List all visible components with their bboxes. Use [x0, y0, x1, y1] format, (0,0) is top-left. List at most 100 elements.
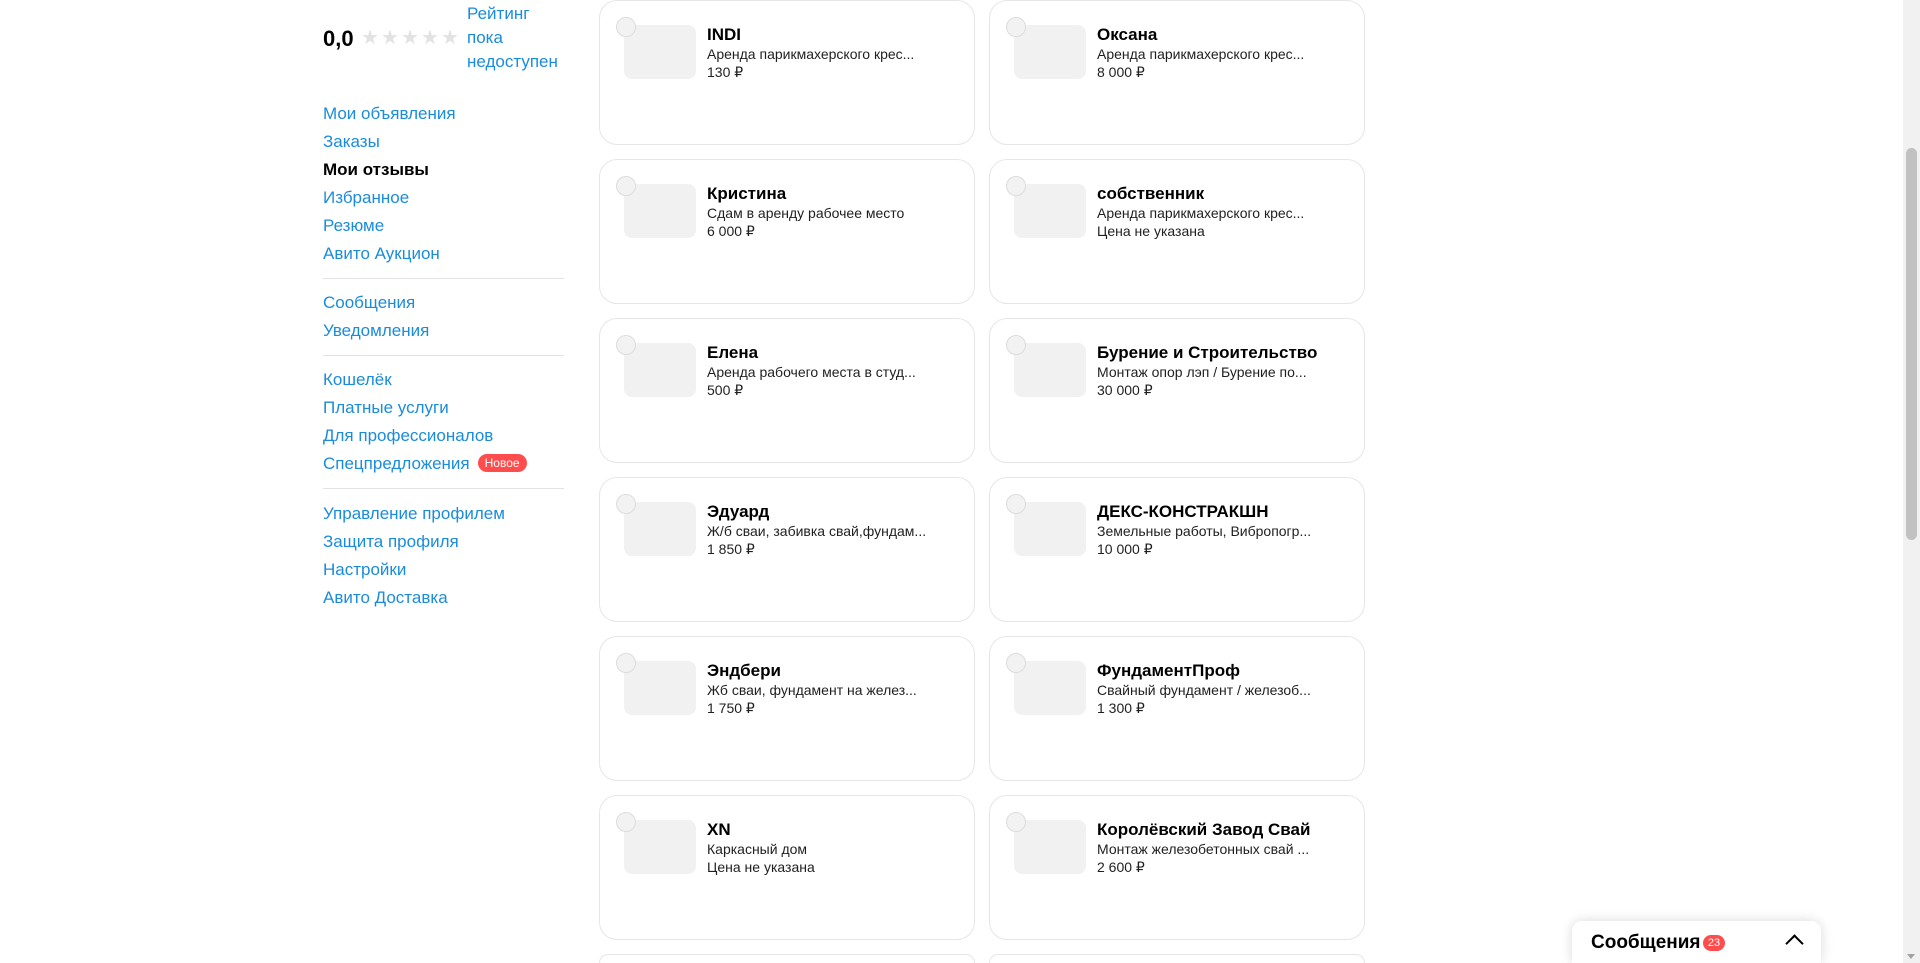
listing-thumbnail — [1014, 661, 1086, 715]
messages-panel[interactable]: Сообщения 23 — [1572, 921, 1821, 963]
nav-orders[interactable]: Заказы — [323, 128, 564, 156]
listing-title: Монтаж железобетонных свай ... — [1097, 841, 1310, 857]
listing-thumbnail — [624, 184, 696, 238]
avatar — [616, 812, 636, 832]
avatar — [1006, 17, 1026, 37]
review-card[interactable]: Эндбери Жб сваи, фундамент на желез... 1… — [599, 636, 975, 781]
review-card[interactable] — [989, 954, 1365, 963]
review-card[interactable]: собственник Аренда парикмахерского крес.… — [989, 159, 1365, 304]
rating-stars: ★ ★ ★ ★ ★ — [361, 27, 459, 49]
listing-title: Ж/б сваи, забивка свай,фундам... — [707, 523, 927, 539]
listing-thumbnail — [624, 820, 696, 874]
avatar — [1006, 176, 1026, 196]
nav-special-offers[interactable]: Спецпредложения Новое — [323, 450, 564, 478]
review-card[interactable] — [599, 954, 975, 963]
scrollbar-thumb[interactable] — [1906, 148, 1917, 540]
listing-thumbnail — [1014, 502, 1086, 556]
seller-name: INDI — [707, 25, 741, 44]
listing-title: Земельные работы, Вибропогр... — [1097, 523, 1312, 539]
divider — [323, 278, 564, 279]
listing-title: Монтаж опор лэп / Бурение по... — [1097, 364, 1307, 380]
nav-settings[interactable]: Настройки — [323, 556, 564, 584]
avatar — [1006, 812, 1026, 832]
listing-thumbnail — [1014, 25, 1086, 79]
unread-count-badge: 23 — [1703, 935, 1725, 951]
nav-group-services: Кошелёк Платные услуги Для профессионало… — [323, 366, 564, 478]
rating-block: 0,0 ★ ★ ★ ★ ★ Рейтинг пока недоступен — [323, 2, 564, 74]
nav-group-messages: Сообщения Уведомления — [323, 289, 564, 345]
seller-name: Оксана — [1097, 25, 1158, 44]
listing-thumbnail — [1014, 184, 1086, 238]
avatar — [616, 176, 636, 196]
nav-resume[interactable]: Резюме — [323, 212, 564, 240]
review-card[interactable]: INDI Аренда парикмахерского крес... 130 … — [599, 0, 975, 145]
avatar — [616, 17, 636, 37]
nav-group-ads: Мои объявления Заказы Мои отзывы Избранн… — [323, 100, 564, 268]
listing-price: 8 000 ₽ — [1097, 64, 1145, 80]
review-card[interactable]: Королёвский Завод Свай Монтаж железобето… — [989, 795, 1365, 940]
nav-favorites[interactable]: Избранное — [323, 184, 564, 212]
review-card[interactable]: Эдуард Ж/б сваи, забивка свай,фундам... … — [599, 477, 975, 622]
nav-auction[interactable]: Авито Аукцион — [323, 240, 564, 268]
nav-paid-services[interactable]: Платные услуги — [323, 394, 564, 422]
nav-messages[interactable]: Сообщения — [323, 289, 564, 317]
nav-wallet[interactable]: Кошелёк — [323, 366, 564, 394]
avatar — [616, 653, 636, 673]
seller-name: Эндбери — [707, 661, 781, 680]
page-scrollbar[interactable] — [1903, 0, 1920, 963]
avatar — [616, 335, 636, 355]
listing-price: 10 000 ₽ — [1097, 541, 1153, 557]
nav-my-reviews[interactable]: Мои отзывы — [323, 156, 564, 184]
listing-title: Жб сваи, фундамент на желез... — [707, 682, 917, 698]
listing-title: Каркасный дом — [707, 841, 808, 857]
new-badge: Новое — [477, 454, 527, 472]
review-card[interactable]: Бурение и Строительство Монтаж опор лэп … — [989, 318, 1365, 463]
chevron-up-icon[interactable] — [1785, 934, 1804, 953]
nav-profile-management[interactable]: Управление профилем — [323, 500, 564, 528]
review-card[interactable]: XN Каркасный дом Цена не указана — [599, 795, 975, 940]
listing-thumbnail — [624, 343, 696, 397]
listing-price: 130 ₽ — [707, 64, 744, 80]
listing-price: Цена не указана — [1097, 223, 1205, 239]
listing-title: Свайный фундамент / железоб... — [1097, 682, 1311, 698]
review-card[interactable]: Кристина Сдам в аренду рабочее место 6 0… — [599, 159, 975, 304]
rating-value: 0,0 — [323, 26, 354, 51]
scroll-down-icon[interactable] — [1907, 954, 1915, 959]
rating-unavailable-link[interactable]: Рейтинг пока недоступен — [467, 2, 567, 74]
avatar — [1006, 335, 1026, 355]
review-card[interactable]: ФундаментПроф Свайный фундамент / железо… — [989, 636, 1365, 781]
star-icon: ★ — [401, 27, 419, 49]
nav-profile-protection[interactable]: Защита профиля — [323, 528, 564, 556]
seller-name: Кристина — [707, 184, 787, 203]
nav-group-profile: Управление профилем Защита профиля Настр… — [323, 500, 564, 612]
seller-name: Королёвский Завод Свай — [1097, 820, 1311, 839]
listing-title: Аренда рабочего места в студ... — [707, 364, 916, 380]
seller-name: ДЕКС-КОНСТРАКШН — [1097, 502, 1269, 521]
review-card[interactable]: Оксана Аренда парикмахерского крес... 8 … — [989, 0, 1365, 145]
listing-thumbnail — [624, 25, 696, 79]
nav-avito-delivery[interactable]: Авито Доставка — [323, 584, 564, 612]
listing-title: Аренда парикмахерского крес... — [707, 46, 915, 62]
nav-special-offers-label: Спецпредложения — [323, 454, 470, 473]
divider — [323, 355, 564, 356]
listing-price: 6 000 ₽ — [707, 223, 755, 239]
avatar — [1006, 494, 1026, 514]
seller-name: XN — [707, 820, 731, 839]
listing-price: 1 300 ₽ — [1097, 700, 1145, 716]
listing-price: 30 000 ₽ — [1097, 382, 1153, 398]
listing-title: Аренда парикмахерского крес... — [1097, 205, 1305, 221]
listing-thumbnail — [624, 661, 696, 715]
star-icon: ★ — [361, 27, 379, 49]
listing-title: Сдам в аренду рабочее место — [707, 205, 905, 221]
nav-for-professionals[interactable]: Для профессионалов — [323, 422, 564, 450]
listing-thumbnail — [1014, 820, 1086, 874]
nav-my-ads[interactable]: Мои объявления — [323, 100, 564, 128]
seller-name: Эдуард — [707, 502, 770, 521]
star-icon: ★ — [381, 27, 399, 49]
avatar — [1006, 653, 1026, 673]
review-card[interactable]: ДЕКС-КОНСТРАКШН Земельные работы, Виброп… — [989, 477, 1365, 622]
nav-notifications[interactable]: Уведомления — [323, 317, 564, 345]
listing-price: Цена не указана — [707, 859, 815, 875]
seller-name: Елена — [707, 343, 759, 362]
review-card[interactable]: Елена Аренда рабочего места в студ... 50… — [599, 318, 975, 463]
